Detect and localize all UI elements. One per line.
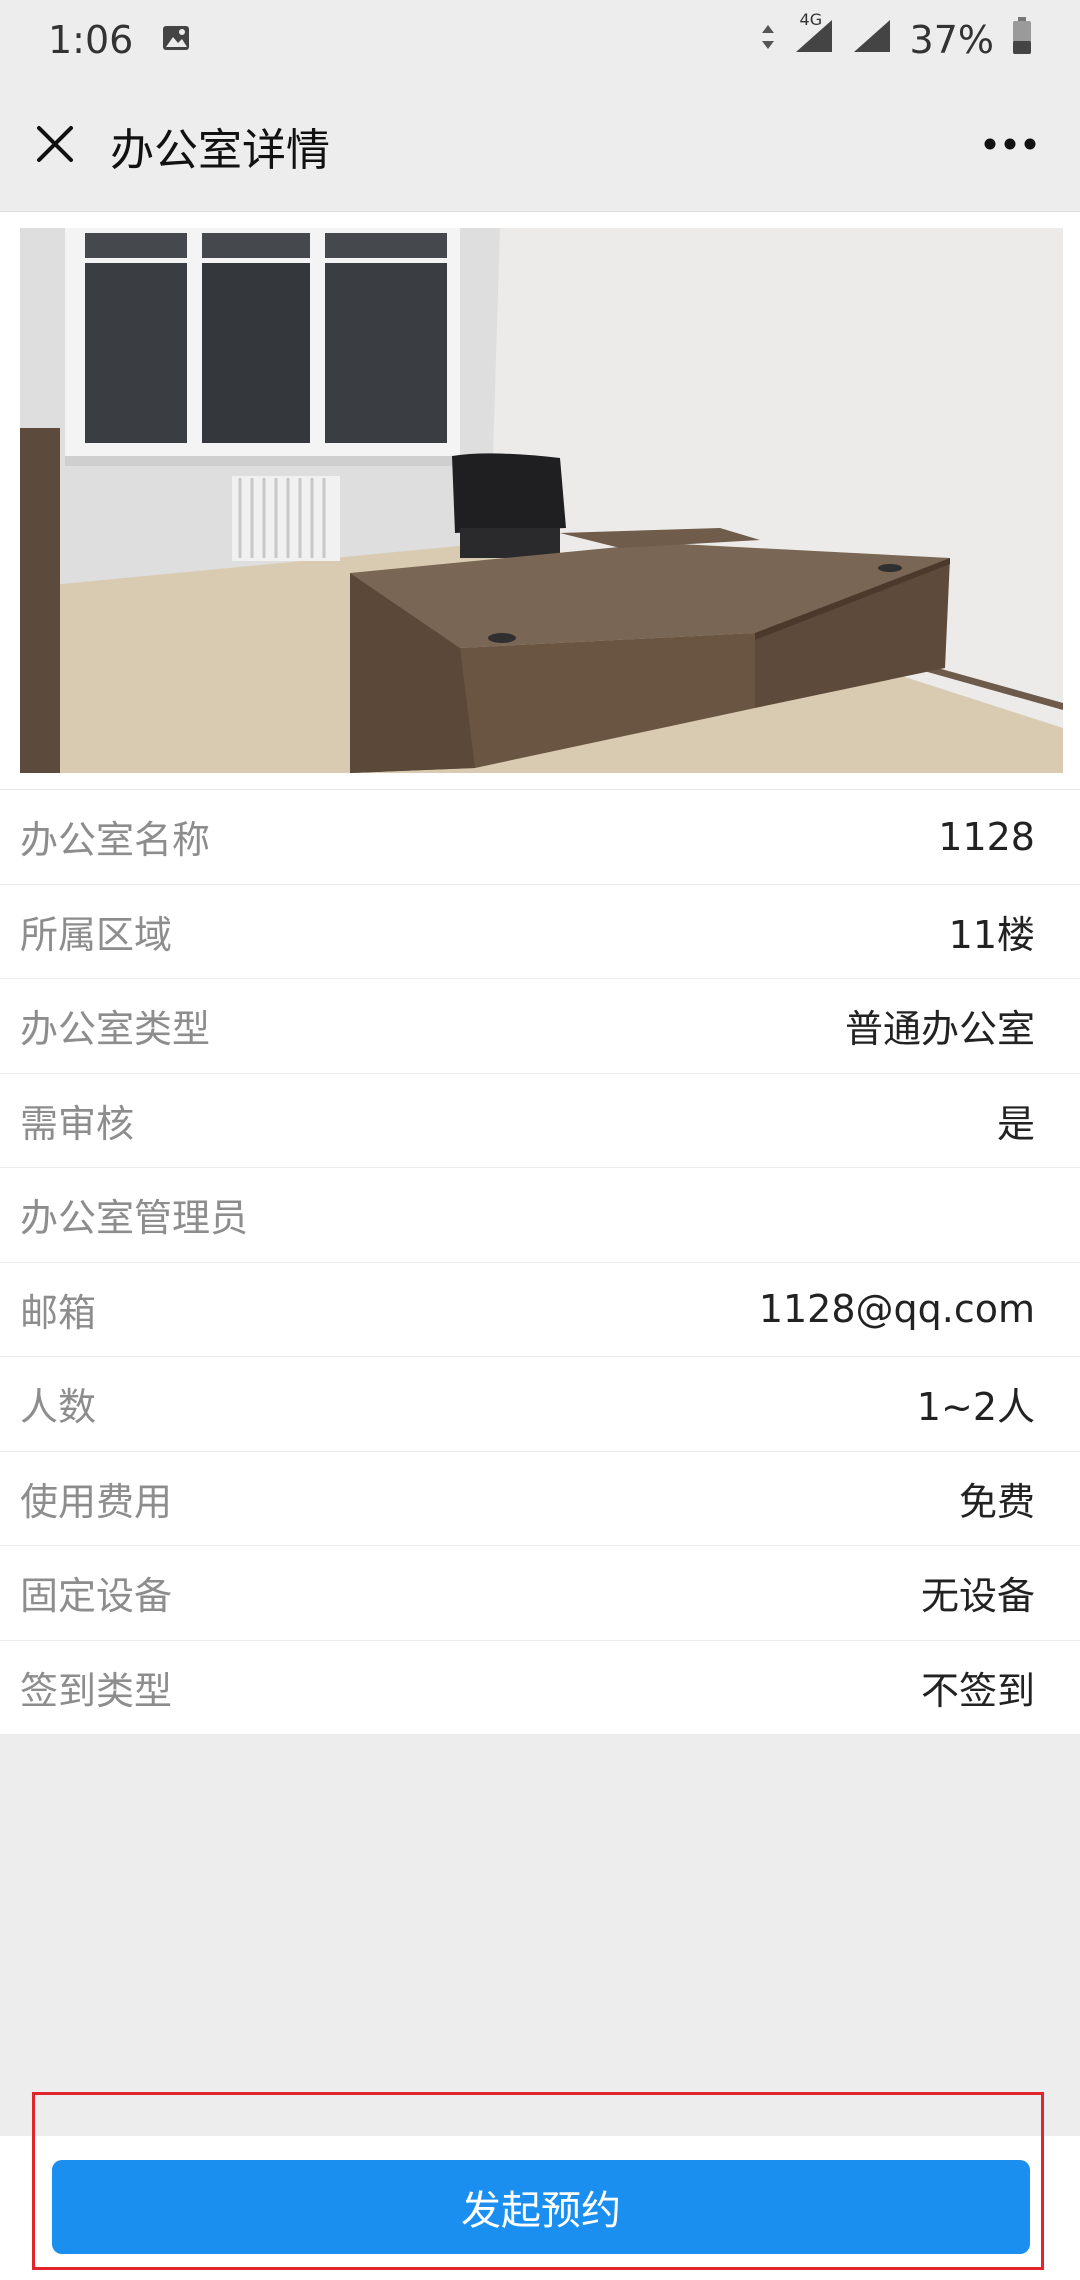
detail-label: 固定设备 [20, 1574, 173, 1619]
detail-row-approval: 需审核 是 [0, 1073, 1080, 1168]
close-icon [33, 122, 77, 170]
detail-value: 不签到 [920, 1668, 1035, 1713]
more-horizontal-icon [983, 136, 1037, 155]
office-detail: 办公室名称 1128 所属区域 11楼 办公室类型 普通办公室 需审核 是 办公… [0, 212, 1080, 1735]
detail-value: 1128 [938, 814, 1035, 859]
detail-row-name: 办公室名称 1128 [0, 790, 1080, 885]
detail-value: 1128@qq.com [758, 1287, 1035, 1332]
detail-value: 普通办公室 [844, 1007, 1035, 1052]
battery-percent: 37% [909, 18, 994, 62]
signal-icon [852, 18, 892, 63]
signal-4g-icon: 4G [794, 10, 834, 63]
nav-bar: 办公室详情 [0, 80, 1080, 212]
page-title: 办公室详情 [110, 124, 330, 176]
detail-label: 邮箱 [20, 1290, 97, 1335]
detail-label: 签到类型 [20, 1668, 173, 1713]
detail-value: 免费 [958, 1479, 1035, 1524]
battery-icon [1012, 16, 1032, 64]
detail-label: 办公室管理员 [20, 1196, 249, 1241]
detail-row-checkin: 签到类型 不签到 [0, 1640, 1080, 1735]
office-photo [20, 228, 1063, 773]
more-button[interactable] [940, 80, 1080, 212]
detail-label: 办公室类型 [20, 1007, 211, 1052]
status-bar: 1:06 4G 37% [0, 0, 1080, 80]
detail-label: 人数 [20, 1385, 97, 1430]
detail-label: 需审核 [20, 1101, 135, 1146]
detail-label: 所属区域 [20, 912, 173, 957]
detail-row-admin: 办公室管理员 [0, 1168, 1080, 1263]
detail-value: 1~2人 [916, 1385, 1035, 1430]
detail-label: 办公室名称 [20, 818, 211, 863]
detail-row-equipment: 固定设备 无设备 [0, 1546, 1080, 1641]
data-arrows-icon [760, 18, 776, 62]
close-button[interactable] [0, 80, 110, 212]
network-type-label: 4G [799, 9, 823, 29]
detail-row-type: 办公室类型 普通办公室 [0, 979, 1080, 1074]
detail-label: 使用费用 [20, 1479, 173, 1524]
detail-value: 无设备 [920, 1574, 1035, 1619]
book-button[interactable]: 发起预约 [52, 2160, 1030, 2254]
status-time: 1:06 [48, 18, 134, 62]
detail-row-capacity: 人数 1~2人 [0, 1357, 1080, 1452]
detail-value: 11楼 [948, 912, 1035, 957]
office-photo-container [0, 212, 1080, 790]
detail-row-fee: 使用费用 免费 [0, 1451, 1080, 1546]
detail-row-email: 邮箱 1128@qq.com [0, 1262, 1080, 1357]
detail-value: 是 [996, 1101, 1035, 1146]
detail-row-area: 所属区域 11楼 [0, 884, 1080, 979]
gallery-notification-icon [161, 18, 191, 62]
